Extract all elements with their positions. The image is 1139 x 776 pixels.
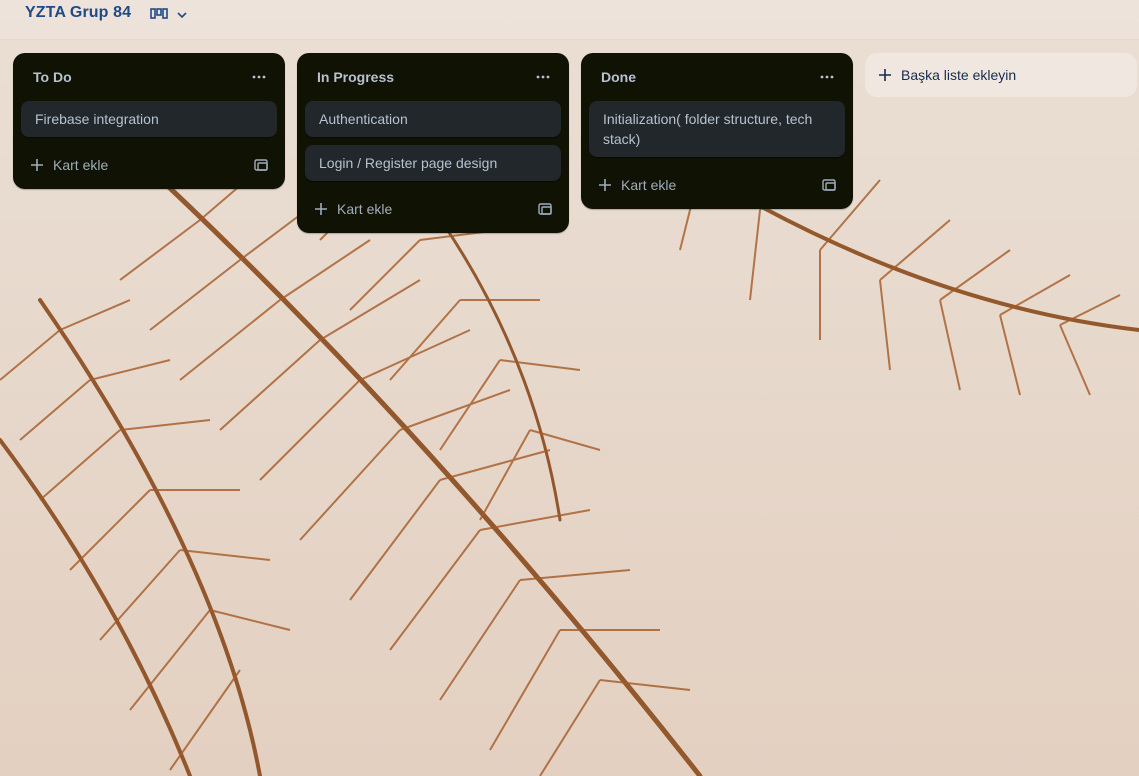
list-header: To Do bbox=[13, 53, 285, 101]
list-footer: Kart ekle bbox=[297, 189, 569, 229]
chevron-down-icon[interactable] bbox=[176, 8, 188, 20]
list-header: In Progress bbox=[297, 53, 569, 101]
plus-icon bbox=[29, 157, 45, 173]
plus-icon bbox=[877, 67, 893, 83]
plus-icon bbox=[597, 177, 613, 193]
list-title[interactable]: Done bbox=[601, 69, 636, 85]
board-view-icon bbox=[150, 7, 168, 21]
plus-icon bbox=[313, 201, 329, 217]
add-list-button[interactable]: Başka liste ekleyin bbox=[865, 53, 1137, 97]
more-options-icon[interactable] bbox=[813, 63, 841, 91]
card[interactable]: Firebase integration bbox=[21, 101, 277, 137]
card[interactable]: Initialization( folder structure, tech s… bbox=[589, 101, 845, 157]
list-header: Done bbox=[581, 53, 853, 101]
list-footer: Kart ekle bbox=[581, 165, 853, 205]
board-title[interactable]: YZTA Grup 84 bbox=[25, 4, 131, 22]
list-to-do: To Do Firebase integration Kart ekle bbox=[13, 53, 285, 189]
list-title[interactable]: To Do bbox=[33, 69, 72, 85]
add-card-label: Kart ekle bbox=[53, 157, 109, 173]
add-card-button[interactable]: Kart ekle bbox=[313, 201, 392, 217]
more-options-icon[interactable] bbox=[529, 63, 557, 91]
create-from-template-icon[interactable] bbox=[821, 177, 837, 193]
add-list-label: Başka liste ekleyin bbox=[901, 67, 1017, 83]
create-from-template-icon[interactable] bbox=[253, 157, 269, 173]
list-done: Done Initialization( folder structure, t… bbox=[581, 53, 853, 209]
view-switcher[interactable] bbox=[150, 4, 188, 24]
list-in-progress: In Progress Authentication Login / Regis… bbox=[297, 53, 569, 233]
create-from-template-icon[interactable] bbox=[537, 201, 553, 217]
add-card-label: Kart ekle bbox=[621, 177, 677, 193]
card[interactable]: Authentication bbox=[305, 101, 561, 137]
add-card-button[interactable]: Kart ekle bbox=[597, 177, 676, 193]
list-footer: Kart ekle bbox=[13, 145, 285, 185]
add-card-button[interactable]: Kart ekle bbox=[29, 157, 108, 173]
add-card-label: Kart ekle bbox=[337, 201, 393, 217]
list-title[interactable]: In Progress bbox=[317, 69, 394, 85]
board-header: YZTA Grup 84 bbox=[0, 0, 1139, 40]
more-options-icon[interactable] bbox=[245, 63, 273, 91]
card[interactable]: Login / Register page design bbox=[305, 145, 561, 181]
